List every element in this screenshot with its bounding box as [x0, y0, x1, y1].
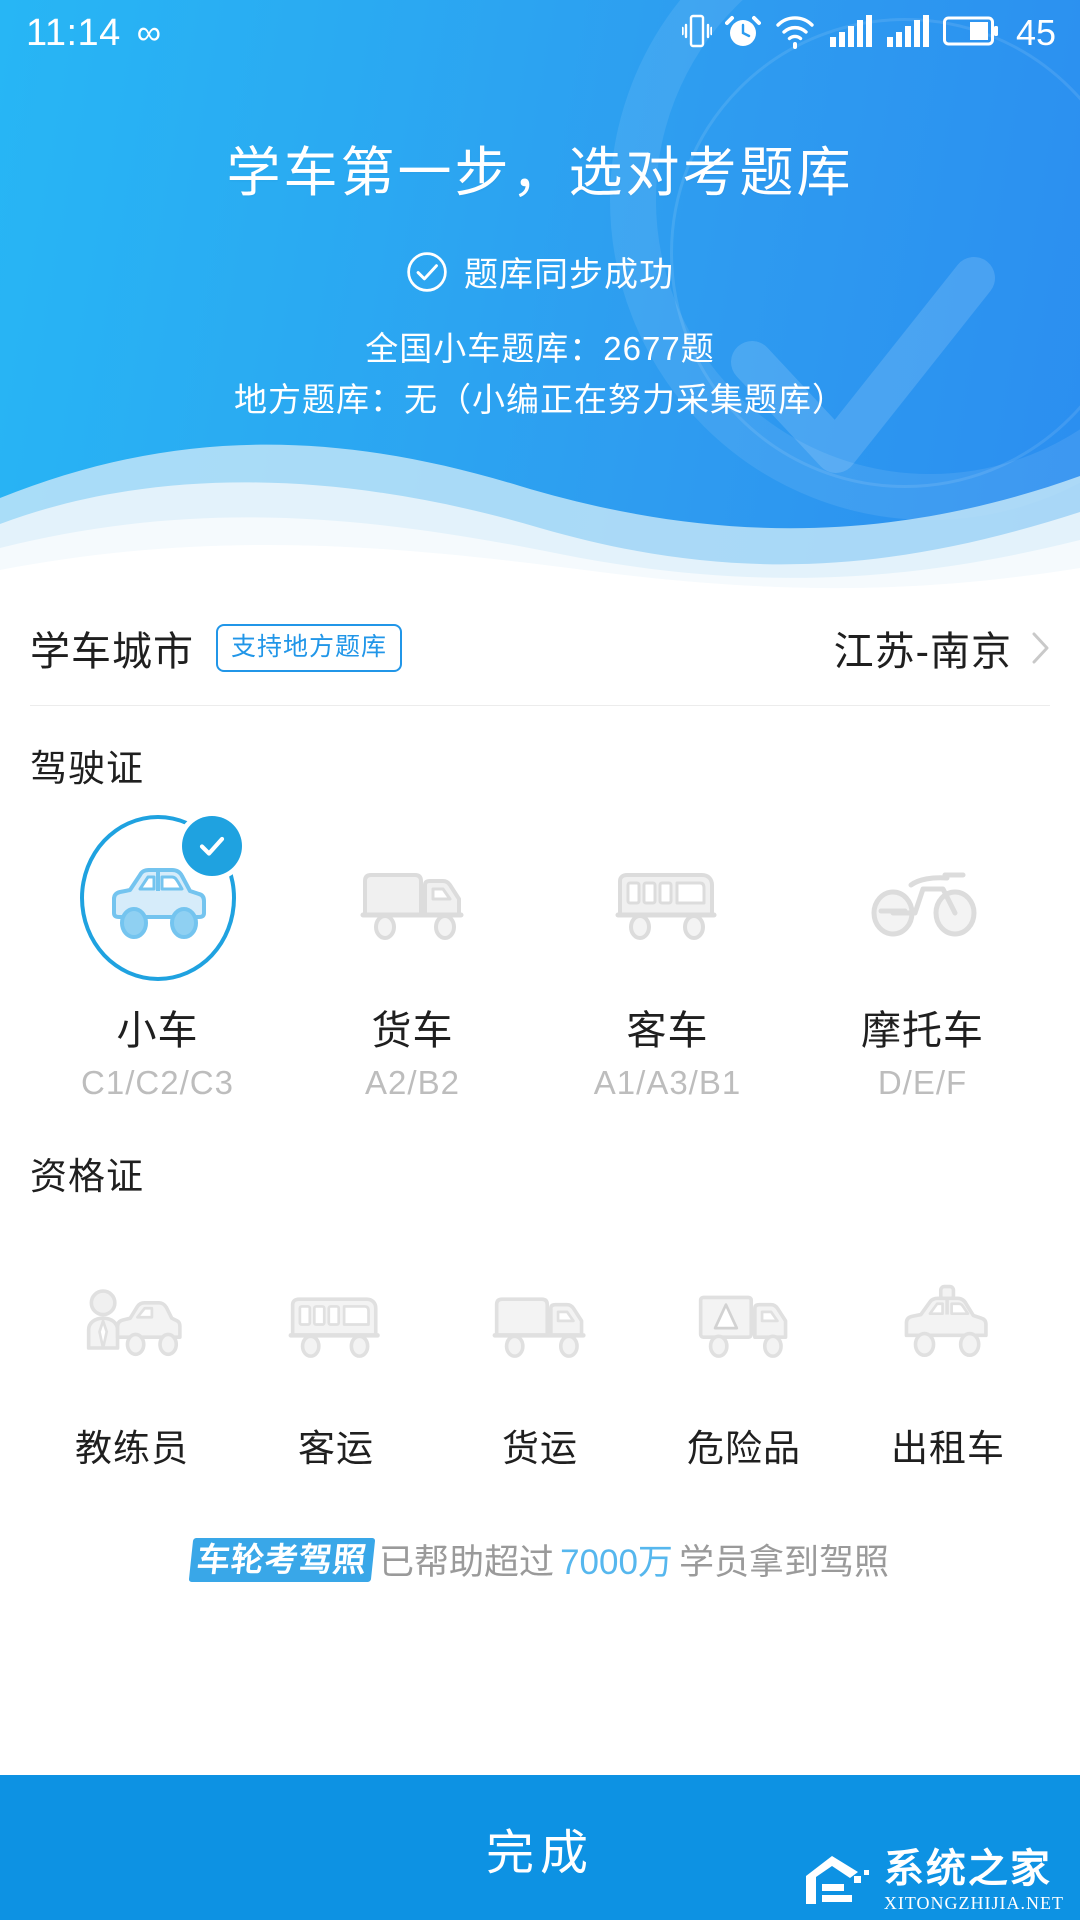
- taxi-icon-wrapper[interactable]: [868, 1240, 1028, 1400]
- license-option-sub: C1/C2/C3: [81, 1064, 234, 1101]
- brand-logo: 车轮考驾照: [188, 1537, 376, 1582]
- license-options-grid: 小车 C1/C2/C3 货车 A2/B2 客车 A1/A3/B1 摩托车 D/E…: [30, 792, 1050, 1102]
- promo-number: 7000万: [560, 1543, 673, 1582]
- coach-icon: [86, 1289, 182, 1357]
- check-circle-icon: [406, 251, 448, 293]
- license-option-car[interactable]: 小车 C1/C2/C3: [30, 816, 285, 1102]
- battery-icon: [942, 13, 999, 54]
- license-option-label: 客车: [626, 1009, 709, 1053]
- license-option-sub: A2/B2: [365, 1064, 460, 1101]
- qualification-section-title: 资格证: [30, 1156, 144, 1197]
- license-option-label: 小车: [116, 1009, 199, 1053]
- qualification-option-coach[interactable]: 教练员: [30, 1240, 234, 1472]
- qualification-option-label: 出租车: [891, 1428, 1005, 1469]
- freight-icon: [492, 1297, 586, 1358]
- finish-button[interactable]: 完成: [0, 1775, 1080, 1920]
- main-content: 学车城市 支持地方题库 江苏-南京 驾驶证 小车 C1/C2/C3 货车 A2/…: [0, 590, 1080, 1585]
- promo-suffix: 学员拿到驾照: [678, 1543, 889, 1582]
- qualification-option-label: 货运: [502, 1428, 578, 1469]
- alarm-icon: [724, 11, 761, 56]
- wifi-icon: [774, 11, 816, 56]
- license-option-motorcycle[interactable]: 摩托车 D/E/F: [795, 818, 1050, 1102]
- qualification-option-label: 危险品: [687, 1428, 801, 1469]
- qualification-option-taxi[interactable]: 出租车: [846, 1240, 1050, 1472]
- local-bank-badge: 支持地方题库: [216, 623, 403, 672]
- status-bar-icons: 45: [681, 11, 1056, 56]
- signal2-icon: [886, 11, 930, 56]
- truck-icon: [360, 873, 463, 940]
- finish-button-label: 完成: [485, 1826, 594, 1880]
- qualification-option-label: 客运: [298, 1428, 374, 1469]
- promo-prefix: 已帮助超过: [379, 1543, 555, 1582]
- passenger-transport-icon: [288, 1297, 380, 1358]
- bus-icon-wrapper[interactable]: [588, 818, 748, 978]
- passenger-transport-icon-wrapper[interactable]: [256, 1240, 416, 1400]
- chevron-right-icon: [1032, 632, 1050, 664]
- motorcycle-icon-wrapper[interactable]: [843, 818, 1003, 978]
- coach-icon-wrapper[interactable]: [52, 1240, 212, 1400]
- vibrate-icon: [681, 11, 713, 56]
- license-option-truck[interactable]: 货车 A2/B2: [285, 818, 540, 1102]
- qualification-option-passenger[interactable]: 客运: [234, 1240, 438, 1472]
- qualification-option-freight[interactable]: 货运: [438, 1240, 642, 1472]
- signal-icon: [829, 11, 873, 56]
- infinity-icon: ∞: [136, 14, 162, 52]
- car-icon-wrapper[interactable]: [78, 816, 242, 978]
- bus-icon: [615, 873, 716, 940]
- qualification-option-hazmat[interactable]: 危险品: [642, 1240, 846, 1472]
- license-option-label: 货车: [371, 1009, 454, 1053]
- license-option-sub: A1/A3/B1: [593, 1064, 742, 1101]
- national-bank-info: 全国小车题库：2677题: [365, 330, 715, 368]
- status-bar: 11:14 ∞ 45: [0, 0, 1080, 66]
- status-bar-time: 11:14: [26, 12, 121, 54]
- freight-icon-wrapper[interactable]: [460, 1240, 620, 1400]
- promo-footer: 车轮考驾照 已帮助超过 7000万 学员拿到驾照: [30, 1534, 1050, 1585]
- sync-status-text: 题库同步成功: [464, 256, 674, 295]
- battery-percent: 45: [1015, 12, 1056, 53]
- license-option-label: 摩托车: [861, 1009, 984, 1053]
- selected-city-value: 江苏-南京: [833, 629, 1012, 674]
- qualification-option-label: 教练员: [75, 1428, 189, 1469]
- city-selector-row[interactable]: 学车城市 支持地方题库 江苏-南京: [30, 590, 1050, 706]
- qualification-options-grid: 教练员 客运 货运 危险品 出租车: [30, 1200, 1050, 1472]
- license-option-sub: D/E/F: [877, 1064, 968, 1101]
- header-content: 学车第一步，选对考题库 题库同步成功 全国小车题库：2677题 地方题库：无（小…: [0, 66, 1080, 424]
- motorcycle-icon: [871, 872, 976, 937]
- hazmat-icon-wrapper[interactable]: [664, 1240, 824, 1400]
- app-root: 11:14 ∞ 45 学车第一步，选对考题库 题库同步成功 全国小车题库：267…: [0, 0, 1080, 1920]
- sync-status-row: 题库同步成功: [0, 247, 1080, 296]
- taxi-icon: [904, 1284, 988, 1358]
- license-option-bus[interactable]: 客车 A1/A3/B1: [540, 818, 795, 1102]
- selected-check-badge-icon: [181, 816, 242, 876]
- truck-icon-wrapper[interactable]: [333, 818, 493, 978]
- local-bank-info: 地方题库：无（小编正在努力采集题库）: [234, 381, 846, 419]
- page-title: 学车第一步，选对考题库: [226, 143, 854, 203]
- city-label: 学车城市: [30, 629, 194, 674]
- license-section-title: 驾驶证: [30, 748, 144, 789]
- hazmat-icon: [698, 1295, 788, 1358]
- wave-divider: [0, 420, 1080, 590]
- header-banner: 11:14 ∞ 45 学车第一步，选对考题库 题库同步成功 全国小车题库：267…: [0, 0, 1080, 590]
